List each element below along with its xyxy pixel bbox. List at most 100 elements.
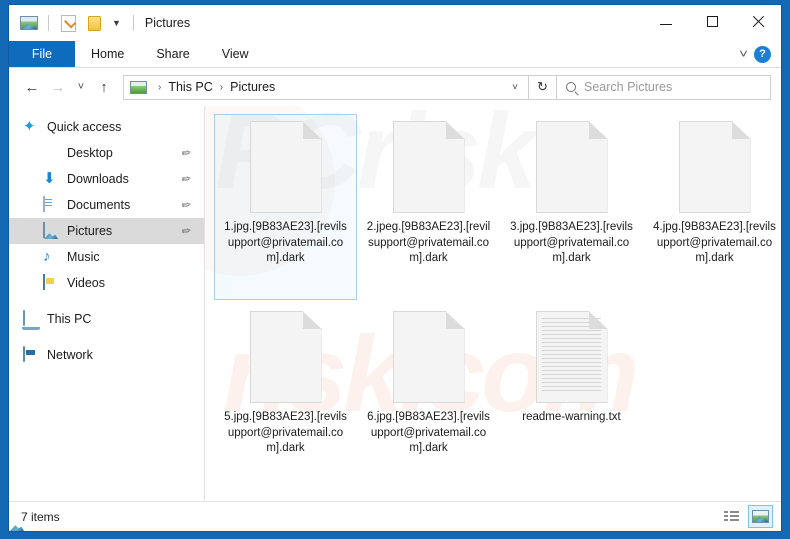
ribbon-tab-bar: File Home Share View ˅ ? — [9, 41, 781, 68]
tab-view[interactable]: View — [206, 41, 265, 67]
breadcrumb-separator: › — [219, 81, 224, 93]
file-item[interactable]: 2.jpeg.[9B83AE23].[revilsupport@privatem… — [357, 114, 500, 300]
new-folder-icon[interactable] — [84, 13, 104, 33]
pin-icon[interactable]: ✐ — [178, 171, 193, 187]
sidebar-item-this-pc[interactable]: This PC — [9, 306, 204, 332]
breadcrumb-pictures[interactable]: Pictures — [228, 80, 277, 94]
pin-icon[interactable]: ✐ — [178, 145, 193, 161]
file-item[interactable]: 6.jpg.[9B83AE23].[revilsupport@privatema… — [357, 304, 500, 490]
sidebar-item-label: This PC — [47, 312, 92, 326]
blank-file-icon — [249, 311, 322, 403]
tab-share[interactable]: Share — [140, 41, 205, 67]
explorer-body: ✦ Quick access Desktop ✐ ⬇ Downloads ✐ D… — [9, 106, 781, 501]
refresh-button[interactable]: ↻ — [529, 74, 557, 100]
documents-icon — [43, 196, 60, 213]
file-item[interactable]: readme-warning.txt — [500, 304, 643, 490]
properties-icon[interactable] — [58, 13, 78, 33]
sidebar-item-label: Downloads — [67, 172, 129, 186]
sidebar-item-desktop[interactable]: Desktop ✐ — [9, 140, 204, 166]
window-title: Pictures — [132, 15, 190, 31]
file-explorer-window: ▼ Pictures File Home Share View ˅ ? ← → … — [8, 4, 782, 532]
pictures-library-icon[interactable] — [19, 13, 39, 33]
this-pc-icon — [23, 310, 40, 327]
file-grid: 1.jpg.[9B83AE23].[revilsupport@privatema… — [209, 110, 781, 494]
sidebar-item-videos[interactable]: Videos — [9, 270, 204, 296]
maximize-button[interactable] — [689, 5, 735, 37]
pictures-icon — [43, 222, 60, 239]
search-input[interactable]: Search Pictures — [557, 74, 771, 100]
file-name-label: 5.jpg.[9B83AE23].[revilsupport@privatema… — [224, 411, 347, 454]
search-placeholder: Search Pictures — [584, 80, 673, 94]
address-location-icon — [130, 81, 147, 94]
music-icon: ♪ — [43, 248, 51, 265]
title-bar: ▼ Pictures — [9, 5, 781, 41]
file-item[interactable]: 3.jpg.[9B83AE23].[revilsupport@privatema… — [500, 114, 643, 300]
sidebar-item-label: Music — [67, 250, 100, 264]
forward-button[interactable]: → — [45, 73, 71, 101]
minimize-button[interactable] — [643, 5, 689, 37]
file-item[interactable]: 1.jpg.[9B83AE23].[revilsupport@privatema… — [214, 114, 357, 300]
file-name-label: 4.jpg.[9B83AE23].[revilsupport@privatema… — [653, 221, 776, 264]
large-icons-view-icon — [752, 510, 769, 523]
blank-file-icon — [535, 121, 608, 213]
tab-file[interactable]: File — [9, 41, 75, 67]
toolbar-divider — [48, 15, 49, 31]
address-dropdown-icon[interactable]: ˅ — [506, 82, 524, 93]
sidebar-item-label: Desktop — [67, 146, 113, 160]
details-view-button[interactable] — [719, 505, 744, 528]
sidebar-item-quick-access[interactable]: ✦ Quick access — [9, 114, 204, 140]
address-bar[interactable]: › This PC › Pictures ˅ — [123, 74, 529, 100]
sidebar-item-label: Documents — [67, 198, 131, 212]
help-icon[interactable]: ? — [754, 45, 771, 63]
sidebar-item-label: Videos — [67, 276, 105, 290]
quick-access-toolbar: ▼ — [9, 13, 123, 33]
status-bar: 7 items — [9, 501, 781, 531]
sidebar-item-documents[interactable]: Documents ✐ — [9, 192, 204, 218]
item-count-label: 7 items — [21, 509, 60, 524]
address-bar-row: ← → ˅ ↑ › This PC › Pictures ˅ ↻ Search … — [9, 68, 781, 106]
network-icon — [23, 346, 40, 363]
large-icons-view-button[interactable] — [748, 505, 773, 528]
search-icon — [566, 82, 576, 92]
sidebar-item-label: Quick access — [47, 120, 122, 134]
file-name-label: 3.jpg.[9B83AE23].[revilsupport@privatema… — [510, 221, 633, 264]
window-controls — [643, 5, 781, 37]
sidebar-item-label: Pictures — [67, 224, 113, 238]
pin-icon[interactable]: ✐ — [178, 223, 193, 239]
sidebar-item-music[interactable]: ♪ Music — [9, 244, 204, 270]
tab-home[interactable]: Home — [75, 41, 140, 67]
recent-locations-button[interactable]: ˅ — [71, 73, 91, 101]
videos-icon — [43, 274, 60, 291]
details-view-icon — [724, 510, 739, 523]
file-item[interactable]: 4.jpg.[9B83AE23].[revilsupport@privatema… — [643, 114, 781, 300]
breadcrumb-this-pc[interactable]: This PC — [166, 80, 214, 94]
desktop-icon — [43, 145, 60, 161]
blank-file-icon — [678, 121, 751, 213]
chevron-down-icon[interactable]: ˅ — [739, 47, 748, 61]
blank-file-icon — [249, 121, 322, 213]
file-name-label: 2.jpeg.[9B83AE23].[revilsupport@privatem… — [366, 221, 491, 264]
up-button[interactable]: ↑ — [91, 73, 117, 101]
blank-file-icon — [392, 121, 465, 213]
sidebar-item-network[interactable]: Network — [9, 342, 204, 368]
sidebar-item-pictures[interactable]: Pictures ✐ — [9, 218, 204, 244]
close-button[interactable] — [735, 5, 781, 37]
file-name-label: readme-warning.txt — [522, 411, 621, 423]
customize-chevron-icon[interactable]: ▼ — [110, 18, 123, 28]
desktop-backdrop: ▼ Pictures File Home Share View ˅ ? ← → … — [0, 0, 790, 539]
file-list-pane[interactable]: PCrisk risk.com 1.jpg.[9B83AE23].[revils… — [205, 106, 781, 501]
view-buttons — [719, 505, 773, 528]
navigation-pane: ✦ Quick access Desktop ✐ ⬇ Downloads ✐ D… — [9, 106, 205, 501]
download-icon: ⬇ — [43, 170, 56, 187]
sidebar-item-downloads[interactable]: ⬇ Downloads ✐ — [9, 166, 204, 192]
text-file-icon — [535, 311, 608, 403]
file-name-label: 1.jpg.[9B83AE23].[revilsupport@privatema… — [224, 221, 347, 264]
pin-icon[interactable]: ✐ — [178, 197, 193, 213]
file-name-label: 6.jpg.[9B83AE23].[revilsupport@privatema… — [367, 411, 490, 454]
ribbon-right-controls: ˅ ? — [739, 41, 781, 67]
file-item[interactable]: 5.jpg.[9B83AE23].[revilsupport@privatema… — [214, 304, 357, 490]
back-button[interactable]: ← — [19, 73, 45, 101]
sidebar-item-label: Network — [47, 348, 93, 362]
blank-file-icon — [392, 311, 465, 403]
breadcrumb-separator: › — [158, 81, 162, 93]
